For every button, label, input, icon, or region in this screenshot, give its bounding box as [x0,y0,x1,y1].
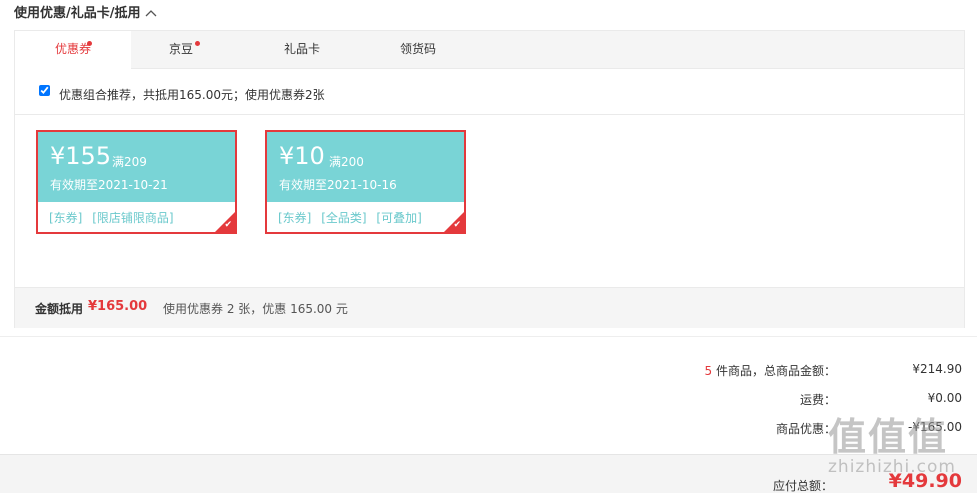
shipping-value: ¥0.00 [927,391,962,405]
coupon-tags: [东券] [限店铺限商品] [49,209,180,226]
tab-label: 优惠券 [54,42,91,56]
combo-recommend-row: 优惠组合推荐，共抵用165.00元；使用优惠券2张 [15,69,964,115]
payable-label: 应付总额： [772,479,833,493]
notification-dot [87,41,92,46]
combo-recommend-text: 优惠组合推荐，共抵用165.00元；使用优惠券2张 [59,88,325,102]
coupon-amount: ¥10 [279,142,325,170]
chevron-up-icon[interactable] [145,6,157,20]
section-title[interactable]: 使用优惠/礼品卡/抵用 [14,2,157,21]
goods-amount: ¥214.90 [912,362,962,376]
coupon-tag: [东券] [49,211,83,225]
check-icon: ✔ [453,220,461,230]
coupon-tag: [可叠加] [376,211,422,225]
coupon-tag: [东券] [278,211,312,225]
payable-bar: 应付总额： ¥49.90 [0,454,977,493]
coupon-condition: 满200 [329,155,364,169]
check-icon: ✔ [224,220,232,230]
summary-label: 金额抵用 [35,302,84,316]
summary-amount: ¥165.00 [88,299,148,314]
coupon-head: ¥155 满209 有效期至2021-10-21 [38,132,235,202]
payable-amount: ¥49.90 [888,470,962,492]
tab-label: 领货码 [399,42,436,56]
coupon-tag: [限店铺限商品] [92,211,174,225]
coupon-head: ¥10 满200 有效期至2021-10-16 [267,132,464,202]
tab-pickup-code[interactable]: 领货码 [360,31,476,69]
coupon-condition: 满209 [112,155,147,169]
coupon-expire: 有效期至2021-10-16 [279,178,397,192]
goods-count-label: 5 件商品，总商品金额： [636,362,836,379]
tab-jingdou[interactable]: 京豆 [123,31,239,69]
tab-coupons[interactable]: 优惠券 [15,31,131,69]
divider [0,336,977,337]
summary-desc: 使用优惠券 2 张，优惠 165.00 元 [163,302,348,316]
combo-recommend-checkbox[interactable] [39,85,50,96]
section-title-text: 使用优惠/礼品卡/抵用 [14,6,141,21]
discount-summary: 金额抵用 ¥165.00 使用优惠券 2 张，优惠 165.00 元 [15,287,964,328]
coupon-amount: ¥155 [50,142,112,170]
coupon-expire: 有效期至2021-10-21 [50,178,168,192]
tab-gift-card[interactable]: 礼品卡 [244,31,360,69]
discount-tabs: 优惠券 京豆 礼品卡 领货码 [15,31,964,69]
coupon-tag: [全品类] [321,211,367,225]
coupon-tags: [东券] [全品类] [可叠加] [278,209,428,226]
discount-value: -¥165.00 [908,420,962,434]
discount-label: 商品优惠： [775,422,836,436]
discount-panel: 优惠券 京豆 礼品卡 领货码 优惠组合推荐，共抵用165.00元；使用优惠券2张… [14,30,965,328]
tab-label: 礼品卡 [283,42,320,56]
tab-label: 京豆 [168,42,193,56]
coupon-card[interactable]: ¥155 满209 有效期至2021-10-21 [东券] [限店铺限商品] ✔ [36,130,237,234]
notification-dot [195,41,200,46]
goods-count-suffix: 件商品，总商品金额： [712,364,836,378]
shipping-label: 运费： [799,393,836,407]
coupon-card[interactable]: ¥10 满200 有效期至2021-10-16 [东券] [全品类] [可叠加]… [265,130,466,234]
